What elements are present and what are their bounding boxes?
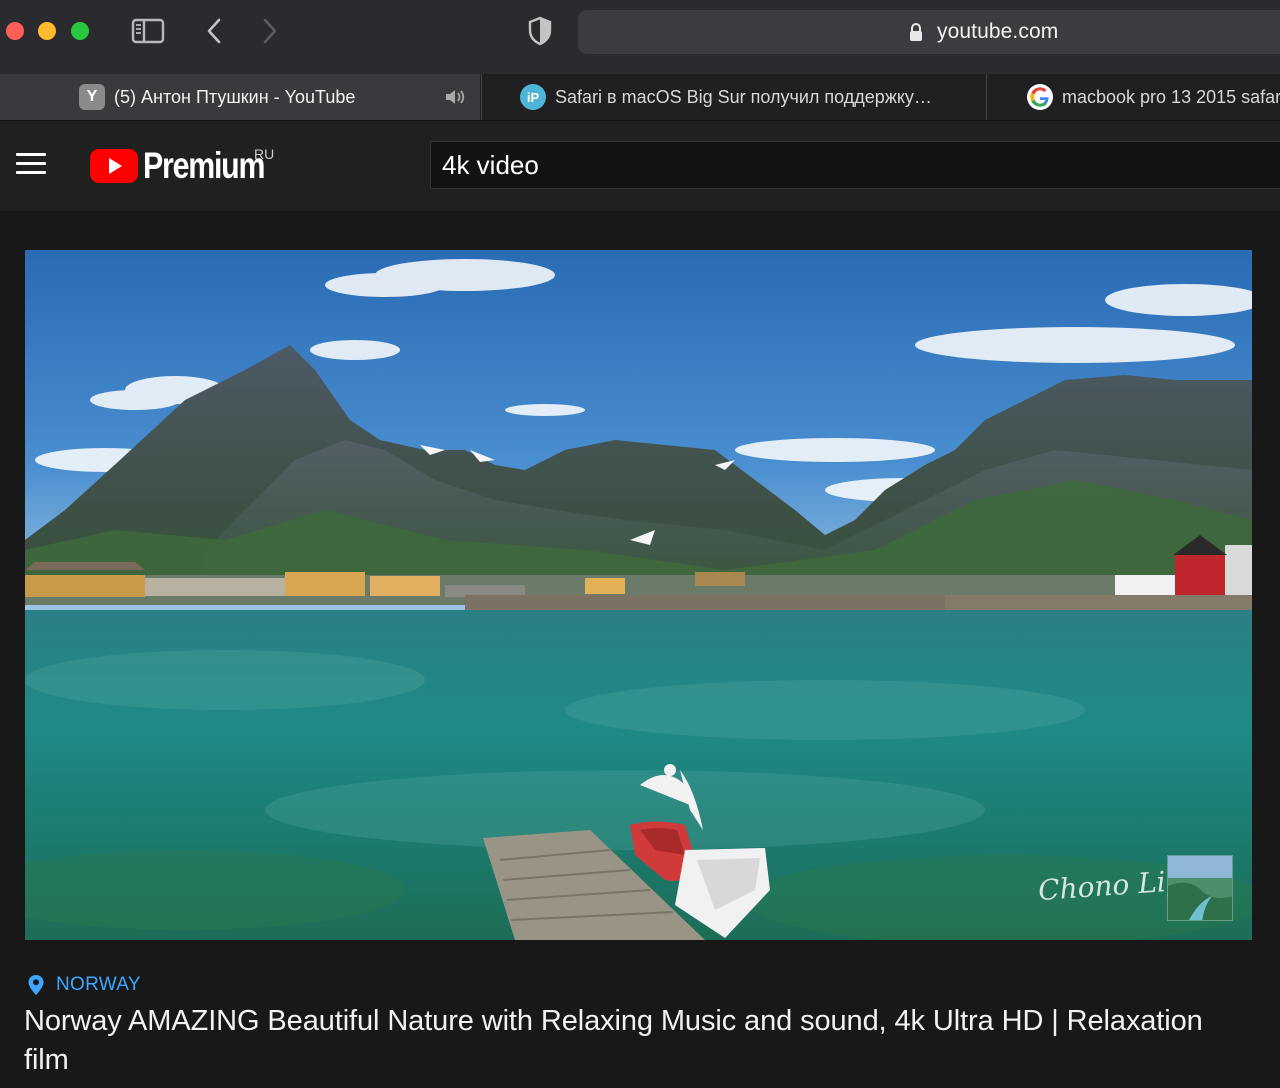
tab-iphones[interactable]: iP Safari в macOS Big Sur получил поддер…	[481, 74, 985, 120]
premium-logo-text[interactable]: Premium	[143, 145, 265, 187]
channel-thumbnail[interactable]	[1167, 855, 1233, 921]
location-link[interactable]: NORWAY	[27, 974, 141, 996]
safari-toolbar: youtube.com	[0, 0, 1280, 74]
speaker-icon[interactable]	[444, 87, 470, 107]
youtube-logo-icon[interactable]	[90, 149, 138, 183]
lock-icon	[910, 23, 922, 41]
sidebar-icon	[131, 18, 165, 44]
sidebar-toggle-button[interactable]	[128, 14, 168, 48]
iphones-ru-icon: iP	[520, 84, 546, 110]
tab-label: macbook pro 13 2015 safari	[1062, 86, 1280, 107]
forward-button[interactable]	[254, 14, 286, 48]
privacy-report-button[interactable]	[522, 14, 558, 48]
location-label: NORWAY	[56, 974, 141, 995]
video-player[interactable]: Chono Light	[25, 250, 1252, 940]
address-bar[interactable]: youtube.com	[578, 10, 1280, 54]
google-icon	[1027, 84, 1053, 110]
back-button[interactable]	[198, 14, 230, 48]
region-label: RU	[254, 146, 275, 162]
location-pin-icon	[28, 975, 44, 995]
video-frame	[25, 250, 1252, 940]
player-area: Chono Light	[0, 211, 1280, 968]
zoom-window-button[interactable]	[71, 22, 89, 40]
search-input[interactable]	[442, 150, 1242, 181]
tab-google[interactable]: macbook pro 13 2015 safari	[986, 74, 1280, 120]
menu-icon[interactable]	[16, 153, 46, 175]
youtube-y-icon: Y	[79, 84, 105, 110]
tab-label: Safari в macOS Big Sur получил поддержку…	[555, 86, 932, 107]
chevron-right-icon	[263, 18, 277, 44]
video-title: Norway AMAZING Beautiful Nature with Rel…	[24, 1005, 1203, 1076]
youtube-header: Premium RU	[0, 121, 1280, 211]
url-text: youtube.com	[937, 20, 1059, 43]
minimize-window-button[interactable]	[38, 22, 56, 40]
shield-icon	[528, 16, 552, 46]
chevron-left-icon	[207, 18, 221, 44]
tab-bar: Y (5) Антон Птушкин - YouTube iP Safari …	[0, 74, 1280, 121]
search-box[interactable]	[430, 141, 1280, 189]
close-window-button[interactable]	[6, 22, 24, 40]
tab-label: (5) Антон Птушкин - YouTube	[114, 86, 356, 107]
tab-youtube[interactable]: Y (5) Антон Птушкин - YouTube	[0, 74, 480, 120]
